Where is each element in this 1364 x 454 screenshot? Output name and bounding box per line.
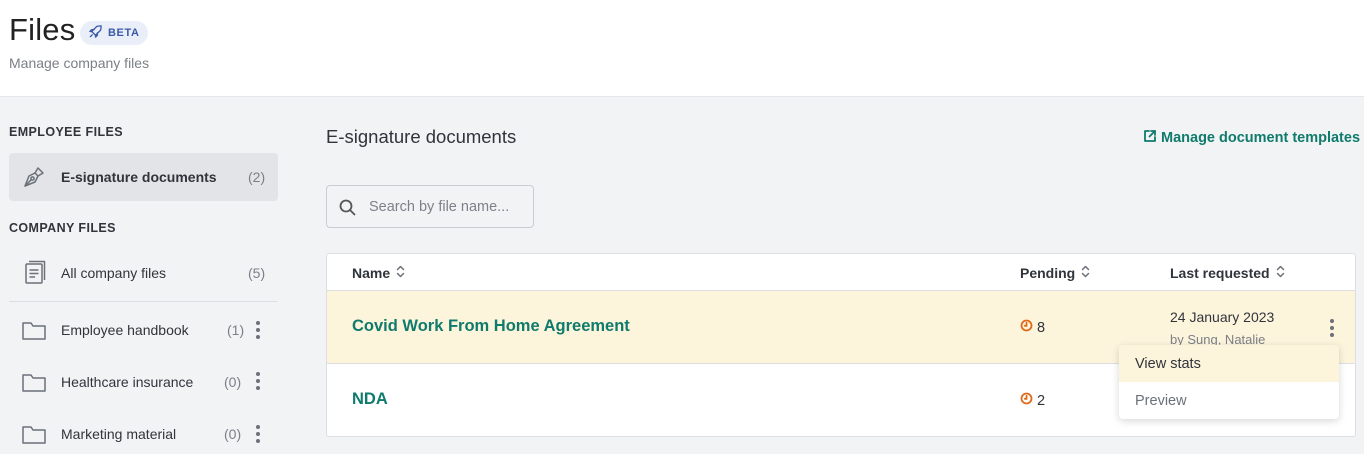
row-context-menu: View stats Preview [1119, 345, 1339, 419]
page-title: Files [9, 12, 76, 47]
clock-icon [1020, 319, 1033, 336]
more-options-icon[interactable] [253, 371, 263, 391]
sidebar-item-label: Healthcare insurance [61, 374, 194, 390]
search-input[interactable] [369, 196, 529, 218]
folder-icon [21, 421, 47, 447]
sidebar-item-count: (5) [248, 265, 266, 281]
sort-icon [1276, 265, 1285, 281]
menu-item-preview[interactable]: Preview [1119, 382, 1339, 419]
column-header-pending[interactable]: Pending [1020, 265, 1090, 281]
sidebar-item-healthcare-insurance[interactable]: Healthcare insurance (0) [9, 358, 278, 406]
sidebar-item-e-signature-documents[interactable]: E-signature documents (2) [9, 153, 278, 201]
beta-badge-label: BETA [108, 27, 140, 39]
sidebar-item-label: Employee handbook [61, 322, 189, 338]
document-name-link[interactable]: Covid Work From Home Agreement [352, 317, 630, 336]
company-files-heading: COMPANY FILES [9, 221, 116, 235]
sidebar-item-label: Marketing material [61, 426, 177, 442]
external-link-icon [1143, 129, 1157, 147]
more-options-icon[interactable] [1327, 318, 1337, 338]
column-header-label: Last requested [1170, 265, 1270, 281]
column-header-label: Name [352, 265, 391, 281]
document-name-link[interactable]: NDA [352, 390, 388, 409]
sidebar-item-label: E-signature documents [61, 169, 217, 185]
employee-files-heading: EMPLOYEE FILES [9, 125, 123, 139]
section-title: E-signature documents [326, 126, 517, 147]
menu-item-view-stats[interactable]: View stats [1119, 345, 1339, 382]
more-options-icon[interactable] [253, 320, 263, 340]
pending-count: 2 [1020, 392, 1045, 409]
pending-count: 8 [1020, 319, 1045, 336]
sidebar-item-employee-handbook[interactable]: Employee handbook (1) [9, 306, 278, 354]
manage-document-templates-link[interactable]: Manage document templates [1143, 129, 1360, 147]
last-requested-date: 24 January 2023 [1170, 309, 1275, 325]
sidebar-item-count: (2) [248, 169, 266, 185]
more-options-icon[interactable] [253, 424, 263, 444]
sidebar-item-all-company-files[interactable]: All company files (5) [9, 249, 278, 297]
folder-icon [21, 317, 47, 343]
pen-nib-icon [21, 164, 47, 190]
page-subtitle: Manage company files [9, 55, 150, 71]
column-header-label: Pending [1020, 265, 1076, 281]
sort-icon [396, 265, 405, 281]
sidebar-item-marketing-material[interactable]: Marketing material (0) [9, 410, 278, 454]
search-box [326, 185, 534, 228]
sidebar-item-label: All company files [61, 265, 167, 281]
clock-icon [1020, 392, 1033, 409]
sidebar-item-count: (0) [224, 374, 242, 390]
manage-link-label: Manage document templates [1161, 130, 1361, 146]
sort-icon [1081, 265, 1090, 281]
pending-value: 2 [1037, 392, 1046, 409]
column-header-name[interactable]: Name [352, 265, 405, 281]
beta-badge: BETA [80, 21, 148, 45]
document-icon [21, 260, 47, 286]
sidebar-divider [9, 301, 278, 302]
table-header: Name Pending Last requested [327, 254, 1355, 291]
column-header-last-requested[interactable]: Last requested [1170, 265, 1285, 281]
pending-value: 8 [1037, 319, 1046, 336]
folder-icon [21, 369, 47, 395]
page-header: Files BETA Manage company files [0, 0, 1364, 97]
sidebar-item-count: (0) [224, 426, 242, 442]
rocket-icon [88, 24, 103, 42]
sidebar-item-count: (1) [227, 322, 245, 338]
